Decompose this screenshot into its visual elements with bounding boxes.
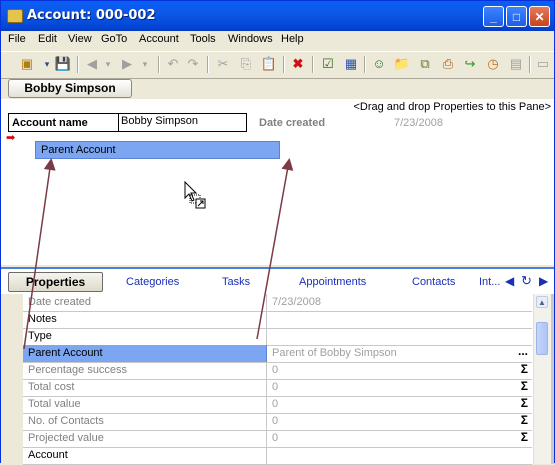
property-name: Notes (23, 311, 267, 328)
property-value: Parent of Bobby Simpson (272, 347, 397, 359)
scroll-thumb[interactable] (536, 322, 548, 355)
property-value: 0 (272, 415, 279, 427)
more-icon[interactable]: ▭ (534, 55, 552, 73)
menu-edit[interactable]: Edit (38, 33, 57, 45)
drop-pane[interactable]: <Drag and drop Properties to this Pane> … (1, 99, 554, 265)
property-value: 0 (272, 432, 279, 444)
drop-indicator-arrow-icon: ➡ (6, 132, 16, 144)
undo-icon[interactable]: ↶ (164, 55, 182, 73)
close-button[interactable]: ✕ (529, 6, 550, 27)
property-row[interactable]: Total value 0 Σ (23, 396, 532, 414)
menu-tools[interactable]: Tools (190, 33, 216, 45)
menu-goto[interactable]: GoTo (101, 33, 127, 45)
property-row-selected[interactable]: Parent Account Parent of Bobby Simpson .… (23, 344, 532, 363)
timer-icon[interactable]: ◷ (484, 55, 502, 73)
property-row[interactable]: Total cost 0 Σ (23, 379, 532, 397)
account-name-label: Account name (8, 113, 118, 132)
redirect-icon[interactable]: ↪ (461, 55, 479, 73)
tab-tasks[interactable]: Tasks (222, 276, 250, 288)
menu-view[interactable]: View (68, 33, 92, 45)
tab-properties[interactable]: Properties (8, 272, 103, 292)
delete-icon[interactable]: ✖ (289, 55, 307, 73)
note-icon[interactable]: ▤ (507, 55, 525, 73)
date-created-value: 7/23/2008 (394, 117, 443, 129)
add-contact-icon[interactable]: ☺ (370, 55, 388, 73)
minimize-button[interactable]: _ (483, 6, 504, 27)
drop-hint: <Drag and drop Properties to this Pane> (353, 101, 551, 113)
property-row[interactable]: Type (23, 328, 532, 346)
sum-icon[interactable]: Σ (521, 413, 528, 427)
sum-icon[interactable]: Σ (521, 362, 528, 376)
save-icon[interactable]: 💾 (54, 55, 72, 73)
tab-categories[interactable]: Categories (126, 276, 179, 288)
property-row[interactable]: Notes (23, 311, 532, 329)
briefcase-icon (7, 9, 23, 23)
property-name: Type (23, 328, 267, 345)
record-name-button[interactable]: Bobby Simpson (8, 79, 132, 98)
title-bar[interactable]: Account: 000-002 _ □ ✕ (1, 1, 554, 31)
back-dropdown-icon[interactable]: ▾ (99, 55, 117, 73)
tab-scroll-left-icon[interactable]: ◀ (505, 274, 514, 288)
tab-scroll-right-icon[interactable]: ▶ (539, 274, 548, 288)
sum-icon[interactable]: Σ (521, 396, 528, 410)
property-row[interactable]: Account (23, 447, 532, 465)
property-row[interactable]: Projected value 0 Σ (23, 430, 532, 448)
drag-cursor-icon (184, 181, 206, 209)
parent-account-dragged-field[interactable]: Parent Account (35, 141, 280, 159)
menu-bar: File Edit View GoTo Account Tools Window… (1, 31, 554, 49)
property-name: No. of Contacts (23, 413, 267, 430)
property-value: 7/23/2008 (272, 296, 321, 308)
property-value: 0 (272, 381, 279, 393)
sum-icon[interactable]: Σ (521, 379, 528, 393)
scroll-up-icon[interactable]: ▲ (536, 296, 548, 308)
account-name-field[interactable]: Bobby Simpson (118, 113, 247, 132)
property-name: Date created (23, 294, 267, 311)
property-name: Total cost (23, 379, 267, 396)
app-window: Account: 000-002 _ □ ✕ File Edit View Go… (0, 0, 555, 465)
checklist-icon[interactable]: ☑ (319, 55, 337, 73)
right-edge (551, 294, 554, 464)
property-name: Percentage success (23, 362, 267, 379)
property-name: Projected value (23, 430, 267, 447)
menu-help[interactable]: Help (281, 33, 304, 45)
forward-icon[interactable]: ▶ (118, 55, 136, 73)
date-created-label: Date created (259, 117, 326, 129)
print-icon[interactable]: ⎙ (439, 55, 457, 73)
menu-file[interactable]: File (8, 33, 26, 45)
property-row[interactable]: No. of Contacts 0 Σ (23, 413, 532, 431)
tabs-bar: Properties Categories Tasks Appointments… (1, 267, 554, 295)
folder-icon[interactable]: 📁 (393, 55, 411, 73)
move-icon[interactable]: ⧉ (416, 55, 434, 73)
menu-windows[interactable]: Windows (228, 33, 273, 45)
tab-contacts[interactable]: Contacts (412, 276, 455, 288)
tab-more[interactable]: Int... (479, 276, 500, 288)
vertical-scrollbar[interactable]: ▲ (533, 294, 551, 464)
ellipsis-button[interactable]: ... (518, 344, 528, 358)
sum-icon[interactable]: Σ (521, 430, 528, 444)
forward-dropdown-icon[interactable]: ▾ (136, 55, 154, 73)
property-row[interactable]: Percentage success 0 Σ (23, 362, 532, 380)
paste-icon[interactable]: 📋 (260, 55, 278, 73)
window-title: Account: 000-002 (27, 8, 156, 23)
properties-grid: Date created 7/23/2008 Notes Type Parent… (1, 294, 554, 465)
property-value: 0 (272, 364, 279, 376)
maximize-button[interactable]: □ (506, 6, 527, 27)
menu-account[interactable]: Account (139, 33, 179, 45)
tab-appointments[interactable]: Appointments (299, 276, 366, 288)
property-value: 0 (272, 398, 279, 410)
refresh-icon[interactable]: ↻ (521, 273, 532, 289)
cut-icon[interactable]: ✂ (214, 55, 232, 73)
copy-icon[interactable]: ⎘ (237, 55, 255, 73)
new-record-icon[interactable]: ▣ (18, 55, 36, 73)
redo-icon[interactable]: ↷ (184, 55, 202, 73)
row-gutter (1, 294, 23, 464)
calendar-icon[interactable]: ▦ (342, 55, 360, 73)
property-name: Account (23, 447, 267, 464)
property-name: Total value (23, 396, 267, 413)
toolbar: ▣ ▾ 💾 ◀ ▾ ▶ ▾ ↶ ↷ ✂ ⎘ 📋 ✖ ☑ ▦ ☺ 📁 ⧉ ⎙ ↪ … (1, 51, 554, 79)
property-row[interactable]: Date created 7/23/2008 (23, 294, 532, 312)
property-name: Parent Account (23, 345, 267, 362)
